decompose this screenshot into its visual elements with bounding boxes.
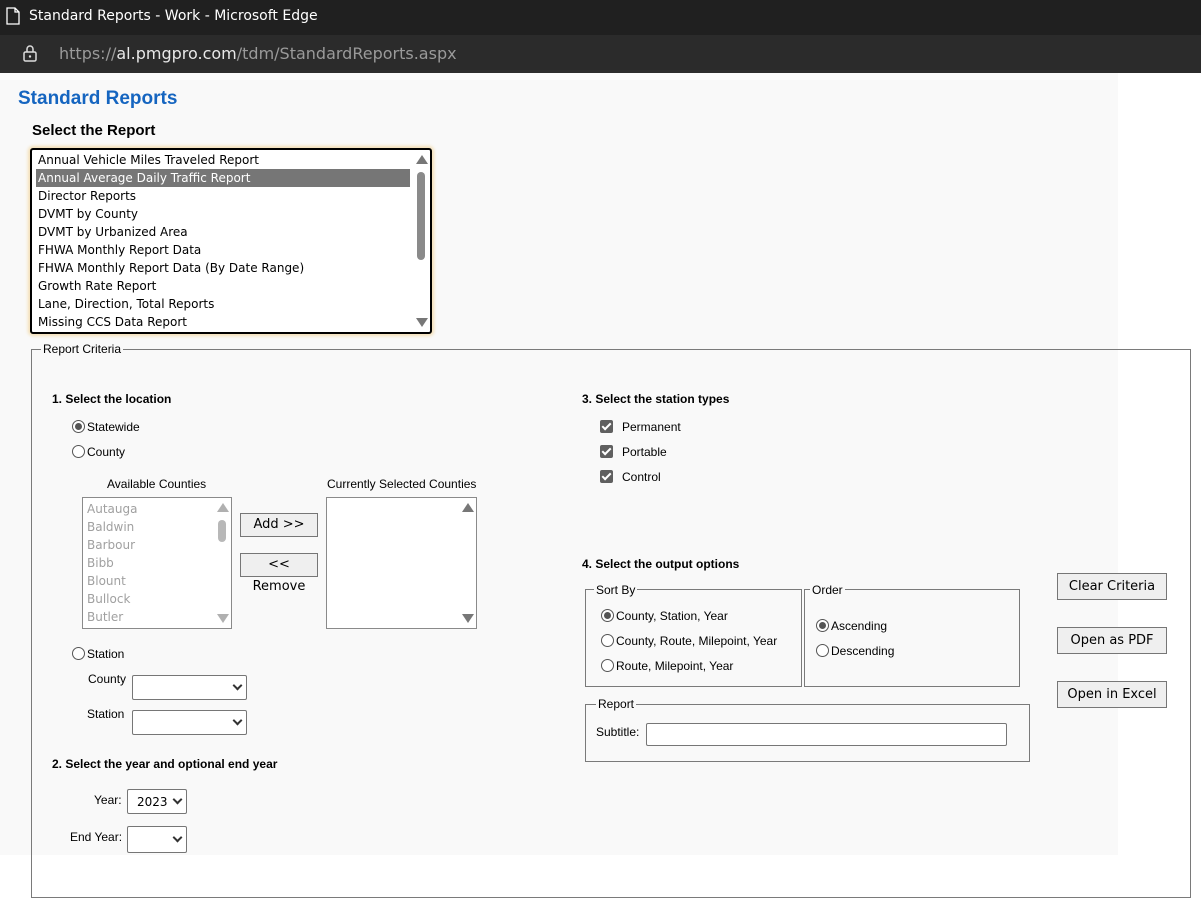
portable-checkbox[interactable] [600, 445, 613, 458]
sort-option-label: County, Station, Year [616, 609, 728, 623]
available-counties-scrollbar[interactable] [213, 498, 231, 628]
location-heading: 1. Select the location [52, 392, 172, 406]
descending-label: Descending [831, 644, 895, 658]
scroll-down-icon[interactable] [462, 614, 474, 623]
year-heading: 2. Select the year and optional end year [52, 757, 278, 771]
county-option[interactable]: Barbour [87, 538, 135, 552]
selected-counties-heading: Currently Selected Counties [327, 477, 477, 491]
remove-button[interactable]: << Remove [240, 553, 318, 594]
clear-criteria-button[interactable]: Clear Criteria [1057, 573, 1167, 600]
sort-county-station-year-radio[interactable] [601, 609, 614, 622]
control-label: Control [622, 470, 661, 484]
chevron-down-icon [232, 715, 243, 726]
selected-counties-listbox[interactable] [326, 497, 477, 629]
scroll-down-icon[interactable] [416, 318, 428, 327]
report-option[interactable]: FHWA Monthly Report Data (By Date Range) [36, 259, 304, 277]
county-option[interactable]: Bullock [87, 592, 130, 606]
window-title: Standard Reports - Work - Microsoft Edge [29, 8, 318, 24]
report-option[interactable]: FHWA Monthly Report Data [36, 241, 201, 259]
selected-counties-scrollbar[interactable] [458, 498, 476, 628]
county-option[interactable]: Autauga [87, 502, 137, 516]
report-option[interactable]: Annual Vehicle Miles Traveled Report [36, 151, 259, 169]
report-option[interactable]: Lane, Direction, Total Reports [36, 295, 214, 313]
open-pdf-button[interactable]: Open as PDF [1057, 627, 1167, 654]
control-checkbox[interactable] [600, 470, 613, 483]
document-icon [6, 7, 20, 25]
end-year-label: End Year: [70, 830, 123, 844]
scroll-up-icon[interactable] [462, 503, 474, 512]
ascending-label: Ascending [831, 619, 888, 633]
browser-title-bar: Standard Reports - Work - Microsoft Edge [0, 0, 1201, 35]
order-fieldset [804, 589, 1020, 687]
scroll-thumb[interactable] [218, 520, 226, 542]
open-excel-button[interactable]: Open in Excel [1057, 681, 1167, 708]
station-select[interactable] [132, 710, 247, 735]
station-radio[interactable] [72, 647, 85, 660]
chevron-down-icon [172, 832, 183, 843]
report-option[interactable]: DVMT by Urbanized Area [36, 223, 188, 241]
county-radio[interactable] [72, 445, 85, 458]
county-option[interactable]: Baldwin [87, 520, 134, 534]
url-prefix: https:// [59, 44, 117, 63]
sort-by-legend: Sort By [594, 583, 638, 597]
statewide-label: Statewide [87, 420, 140, 434]
add-button[interactable]: Add >> [240, 513, 318, 537]
descending-radio[interactable] [816, 644, 829, 657]
sort-option-label: County, Route, Milepoint, Year [616, 634, 778, 648]
available-counties-listbox[interactable]: Autauga Baldwin Barbour Bibb Blount Bull… [82, 497, 232, 629]
subtitle-input[interactable] [646, 723, 1007, 746]
year-label: Year: [94, 793, 122, 807]
end-year-select[interactable] [127, 826, 187, 853]
lock-icon[interactable] [22, 44, 38, 62]
url-path: /tdm/StandardReports.aspx [236, 44, 457, 63]
scroll-up-icon[interactable] [217, 503, 229, 512]
station-types-heading: 3. Select the station types [582, 392, 730, 406]
report-criteria-legend: Report Criteria [41, 342, 124, 356]
report-legend: Report [596, 697, 637, 711]
scroll-down-icon[interactable] [217, 614, 229, 623]
county-label: County [87, 445, 126, 459]
station-county-label: County [88, 672, 127, 686]
chevron-down-icon [172, 794, 183, 805]
address-bar[interactable]: https://al.pmgpro.com/tdm/StandardReport… [0, 35, 1201, 73]
order-legend: Order [810, 583, 845, 597]
county-option[interactable]: Bibb [87, 556, 114, 570]
year-select[interactable]: 2023 [127, 789, 187, 814]
chevron-down-icon [232, 680, 243, 691]
select-report-heading: Select the Report [32, 122, 156, 139]
scroll-thumb[interactable] [417, 172, 425, 260]
station-label: Station [87, 647, 125, 661]
statewide-radio[interactable] [72, 420, 85, 433]
report-option-selected[interactable]: Annual Average Daily Traffic Report [36, 169, 410, 187]
county-option[interactable]: Blount [87, 574, 126, 588]
report-option[interactable]: Missing CCS Data Report [36, 313, 187, 331]
portable-label: Portable [622, 445, 667, 459]
report-listbox[interactable]: Annual Vehicle Miles Traveled Report Ann… [30, 148, 432, 334]
permanent-checkbox[interactable] [600, 420, 613, 433]
sort-route-milepoint-year-radio[interactable] [601, 659, 614, 672]
page-title: Standard Reports [18, 88, 178, 109]
county-option[interactable]: Butler [87, 610, 123, 624]
sort-option-label: Route, Milepoint, Year [616, 659, 734, 673]
scroll-up-icon[interactable] [416, 155, 428, 164]
report-option[interactable]: DVMT by County [36, 205, 138, 223]
year-value: 2023 [137, 795, 168, 809]
ascending-radio[interactable] [816, 619, 829, 632]
report-option[interactable]: Director Reports [36, 187, 136, 205]
report-list-scrollbar[interactable] [412, 150, 430, 332]
output-options-heading: 4. Select the output options [582, 557, 740, 571]
report-option[interactable]: Growth Rate Report [36, 277, 156, 295]
sort-county-route-milepoint-year-radio[interactable] [601, 634, 614, 647]
station-county-select[interactable] [132, 675, 247, 700]
subtitle-label: Subtitle: [596, 725, 640, 739]
station-station-label: Station [87, 707, 125, 721]
url-text[interactable]: https://al.pmgpro.com/tdm/StandardReport… [59, 44, 457, 63]
url-host: al.pmgpro.com [116, 44, 237, 63]
permanent-label: Permanent [622, 420, 681, 434]
available-counties-heading: Available Counties [107, 477, 207, 491]
